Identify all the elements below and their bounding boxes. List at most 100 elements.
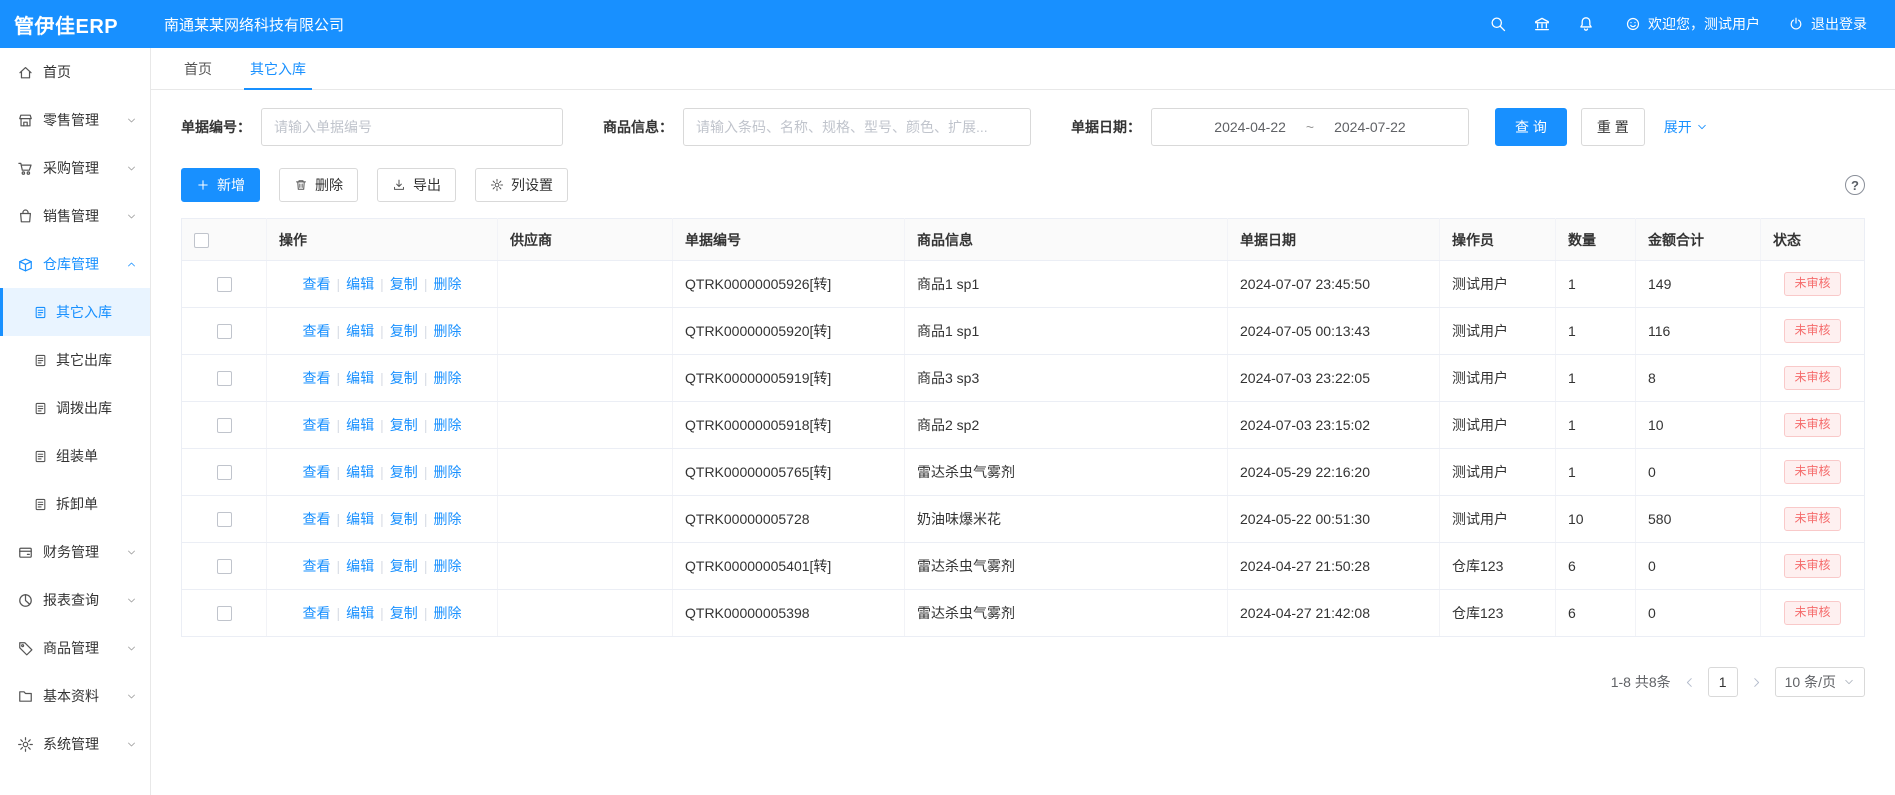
row-action-view[interactable]: 查看 [303,464,331,480]
date-end-value[interactable]: 2024-07-22 [1334,119,1406,135]
bell-icon[interactable] [1577,15,1595,33]
column-header: 操作 [267,219,498,261]
row-action-view[interactable]: 查看 [303,276,331,292]
sidebar-item-sales[interactable]: 销售管理 [0,192,150,240]
reset-button[interactable]: 重 置 [1581,108,1645,146]
bank-icon[interactable] [1533,15,1551,33]
sidebar-subitem-assembly[interactable]: 组装单 [0,432,150,480]
select-all-checkbox[interactable] [194,233,209,248]
logout-button[interactable]: 退出登录 [1788,14,1867,34]
chevron-left-icon[interactable] [1683,676,1696,689]
sidebar-item-basic[interactable]: 基本资料 [0,672,150,720]
sidebar-item-purchase[interactable]: 采购管理 [0,144,150,192]
sidebar-item-warehouse[interactable]: 仓库管理 [0,240,150,288]
row-checkbox[interactable] [217,559,232,574]
row-actions-cell: 查看|编辑|复制|删除 [267,402,498,449]
row-action-view[interactable]: 查看 [303,511,331,527]
cell-bill-no: QTRK00000005401[转] [673,543,905,590]
app-logo[interactable]: 管伊佳ERP [0,10,150,39]
finance-icon [17,544,34,561]
row-checkbox[interactable] [217,512,232,527]
sidebar-item-retail[interactable]: 零售管理 [0,96,150,144]
row-action-edit[interactable]: 编辑 [346,464,374,480]
row-action-view[interactable]: 查看 [303,323,331,339]
row-checkbox[interactable] [217,277,232,292]
page-size-select[interactable]: 10 条/页 [1775,667,1865,697]
export-button[interactable]: 导出 [377,168,456,202]
date-range-picker[interactable]: 2024-04-22 ~ 2024-07-22 [1151,108,1469,146]
row-action-delete[interactable]: 删除 [433,464,461,480]
row-action-edit[interactable]: 编辑 [346,370,374,386]
sidebar-subitem-label: 其它出库 [56,350,112,370]
tab-home[interactable]: 首页 [165,48,231,89]
row-checkbox[interactable] [217,324,232,339]
row-action-copy[interactable]: 复制 [390,464,418,480]
row-action-copy[interactable]: 复制 [390,558,418,574]
row-checkbox[interactable] [217,606,232,621]
sidebar-item-system[interactable]: 系统管理 [0,720,150,768]
tab-other-inbound[interactable]: 其它入库 [231,48,325,89]
sidebar-item-label: 财务管理 [43,542,99,562]
row-action-copy[interactable]: 复制 [390,370,418,386]
sidebar-item-reports[interactable]: 报表查询 [0,576,150,624]
row-action-copy[interactable]: 复制 [390,276,418,292]
date-start-value[interactable]: 2024-04-22 [1214,119,1286,135]
row-action-copy[interactable]: 复制 [390,323,418,339]
row-action-delete[interactable]: 删除 [433,370,461,386]
goods-info-input[interactable] [683,108,1031,146]
row-action-edit[interactable]: 编辑 [346,323,374,339]
row-action-delete[interactable]: 删除 [433,605,461,621]
row-checkbox[interactable] [217,418,232,433]
sidebar-subitem-other-inbound[interactable]: 其它入库 [0,288,150,336]
cell-bill-no: QTRK00000005919[转] [673,355,905,402]
row-action-copy[interactable]: 复制 [390,605,418,621]
row-checkbox[interactable] [217,465,232,480]
row-action-view[interactable]: 查看 [303,605,331,621]
row-action-copy[interactable]: 复制 [390,417,418,433]
row-action-delete[interactable]: 删除 [433,276,461,292]
welcome-text: 欢迎您，测试用户 [1648,14,1760,34]
row-checkbox[interactable] [217,371,232,386]
row-action-delete[interactable]: 删除 [433,323,461,339]
help-icon[interactable]: ? [1845,175,1865,195]
cell-amount: 10 [1636,402,1761,449]
row-action-edit[interactable]: 编辑 [346,417,374,433]
row-action-delete[interactable]: 删除 [433,417,461,433]
sidebar-item-finance[interactable]: 财务管理 [0,528,150,576]
search-button[interactable]: 查 询 [1495,108,1567,146]
column-header: 商品信息 [905,219,1228,261]
bill-no-input[interactable] [261,108,563,146]
page-number[interactable]: 1 [1708,667,1738,697]
cell-operator: 测试用户 [1440,308,1556,355]
row-action-view[interactable]: 查看 [303,558,331,574]
column-settings-button[interactable]: 列设置 [475,168,568,202]
search-icon[interactable] [1489,15,1507,33]
sidebar-subitem-transfer-outbound[interactable]: 调拨出库 [0,384,150,432]
add-button[interactable]: 新增 [181,168,260,202]
sidebar-subitem-other-outbound[interactable]: 其它出库 [0,336,150,384]
sidebar-item-goods[interactable]: 商品管理 [0,624,150,672]
row-action-delete[interactable]: 删除 [433,558,461,574]
row-action-edit[interactable]: 编辑 [346,558,374,574]
sidebar-subitem-disassembly[interactable]: 拆卸单 [0,480,150,528]
expand-filters-link[interactable]: 展开 [1664,117,1708,137]
sidebar-subitem-label: 拆卸单 [56,494,98,514]
row-action-delete[interactable]: 删除 [433,511,461,527]
tab-bar: 首页其它入库 [151,48,1895,90]
cell-operator: 测试用户 [1440,449,1556,496]
row-action-copy[interactable]: 复制 [390,511,418,527]
cell-supplier [498,543,673,590]
company-name: 南通某某网络科技有限公司 [164,14,344,35]
sidebar-item-home[interactable]: 首页 [0,48,150,96]
chevron-right-icon[interactable] [1750,676,1763,689]
action-separator: | [424,464,428,480]
row-action-edit[interactable]: 编辑 [346,276,374,292]
row-action-edit[interactable]: 编辑 [346,605,374,621]
row-action-edit[interactable]: 编辑 [346,511,374,527]
delete-button[interactable]: 删除 [279,168,358,202]
row-action-view[interactable]: 查看 [303,417,331,433]
row-actions-cell: 查看|编辑|复制|删除 [267,308,498,355]
row-action-view[interactable]: 查看 [303,370,331,386]
action-separator: | [337,464,341,480]
welcome-user[interactable]: 欢迎您，测试用户 [1625,14,1760,34]
